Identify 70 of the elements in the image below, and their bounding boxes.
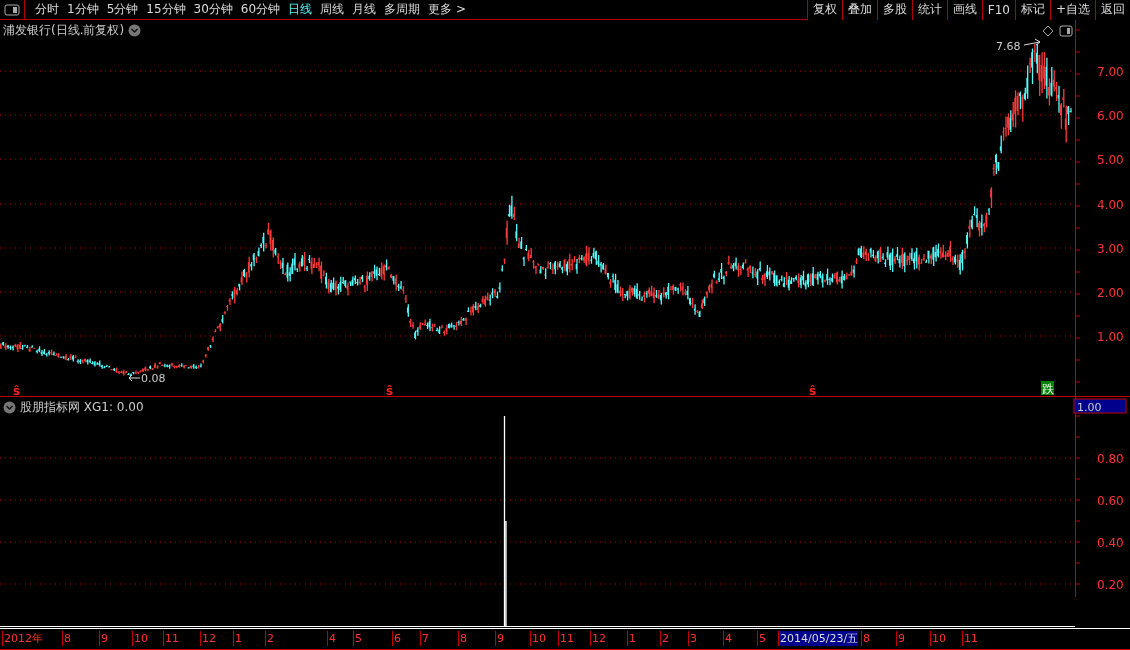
date-axis-label: 5 bbox=[353, 631, 362, 646]
date-axis-label: 10 bbox=[530, 631, 546, 646]
period-tab[interactable]: 多周期 bbox=[384, 1, 421, 18]
panel-toggle-icon[interactable] bbox=[1060, 26, 1072, 36]
price-axis-label: 7.00 bbox=[1097, 65, 1124, 79]
price-axis-label: 3.00 bbox=[1097, 242, 1124, 256]
fall-marker: 跌 bbox=[1041, 381, 1054, 396]
date-axis-label: 11 bbox=[558, 631, 574, 646]
date-axis-label: 11 bbox=[962, 631, 978, 646]
period-tab[interactable]: 月线 bbox=[352, 1, 377, 18]
date-axis-label: 12 bbox=[200, 631, 216, 646]
date-axis-label: 11 bbox=[163, 631, 179, 646]
period-tab[interactable]: 30分钟 bbox=[193, 1, 233, 18]
toolbar-button[interactable]: 标记 bbox=[1014, 0, 1050, 20]
period-tab[interactable]: 日线 bbox=[288, 1, 313, 18]
date-axis-label: 8 bbox=[62, 631, 71, 646]
toolbar-button[interactable]: 返回 bbox=[1095, 0, 1130, 20]
date-axis-label: 2 bbox=[660, 631, 669, 646]
current-value: 1.00 bbox=[1077, 401, 1102, 414]
date-axis-label: 6 bbox=[392, 631, 401, 646]
dropdown-icon[interactable] bbox=[3, 401, 16, 414]
period-tab[interactable]: 60分钟 bbox=[240, 1, 281, 18]
toolbar-button[interactable]: 多股 bbox=[876, 0, 912, 20]
date-axis-label: 2014/05/23/五 bbox=[778, 631, 859, 646]
value-axis-label: 0.20 bbox=[1097, 578, 1124, 592]
indicator-label: 股朋指标网 XG1: 0.00 bbox=[20, 399, 144, 416]
price-axis-label: 5.00 bbox=[1097, 153, 1124, 167]
date-axis-label: 9 bbox=[99, 631, 108, 646]
toolbar-button[interactable]: 画线 bbox=[946, 0, 982, 20]
period-tab[interactable]: 周线 bbox=[320, 1, 345, 18]
diamond-icon[interactable] bbox=[1043, 26, 1053, 36]
period-tab[interactable]: 15分钟 bbox=[146, 1, 186, 18]
dropdown-icon[interactable] bbox=[128, 24, 142, 37]
buy-marker: ŝ bbox=[13, 384, 21, 397]
date-axis-label: 9 bbox=[495, 631, 504, 646]
date-axis-label: 10 bbox=[132, 631, 148, 646]
date-axis-label: 8 bbox=[861, 631, 870, 646]
date-axis-label: 9 bbox=[896, 631, 905, 646]
toolbar-button[interactable]: 复权 bbox=[806, 0, 842, 20]
price-axis-label: 1.00 bbox=[1097, 330, 1124, 344]
value-axis-label: 0.80 bbox=[1097, 452, 1124, 466]
date-axis-label: 8 bbox=[458, 631, 467, 646]
price-axis-label: 2.00 bbox=[1097, 286, 1124, 300]
period-tab[interactable]: 更多 > bbox=[428, 1, 466, 18]
period-tab[interactable]: 1分钟 bbox=[67, 1, 99, 18]
date-axis-label: 10 bbox=[930, 631, 946, 646]
buy-marker: ŝ bbox=[809, 384, 817, 397]
date-axis-label: 5 bbox=[757, 631, 766, 646]
stock-title: 浦发银行(日线.前复权) bbox=[3, 22, 125, 39]
date-axis-label: 3 bbox=[688, 631, 697, 646]
toolbar-button[interactable]: 统计 bbox=[911, 0, 947, 20]
date-axis-label: 4 bbox=[327, 631, 336, 646]
period-tab[interactable]: 分时 bbox=[35, 1, 59, 18]
date-axis-label: 2 bbox=[265, 631, 274, 646]
date-axis-label: 2012年 bbox=[2, 631, 43, 646]
toolbar-button[interactable]: +自选 bbox=[1049, 0, 1095, 20]
value-axis-label: 0.60 bbox=[1097, 494, 1124, 508]
toolbar-button[interactable]: 叠加 bbox=[841, 0, 877, 20]
price-axis-label: 6.00 bbox=[1097, 109, 1124, 123]
date-axis-label: 4 bbox=[723, 631, 732, 646]
date-axis-label: 1 bbox=[627, 631, 636, 646]
toolbar-button[interactable]: F10 bbox=[981, 0, 1015, 20]
date-axis-label: 1 bbox=[233, 631, 242, 646]
buy-marker: ŝ bbox=[386, 384, 394, 397]
date-axis-label: 7 bbox=[420, 631, 429, 646]
period-tab[interactable]: 5分钟 bbox=[106, 1, 139, 18]
value-axis-label: 0.40 bbox=[1097, 536, 1124, 550]
panel-toggle-icon[interactable] bbox=[4, 0, 25, 20]
date-axis-label: 12 bbox=[590, 631, 606, 646]
price-axis-label: 4.00 bbox=[1097, 198, 1124, 212]
